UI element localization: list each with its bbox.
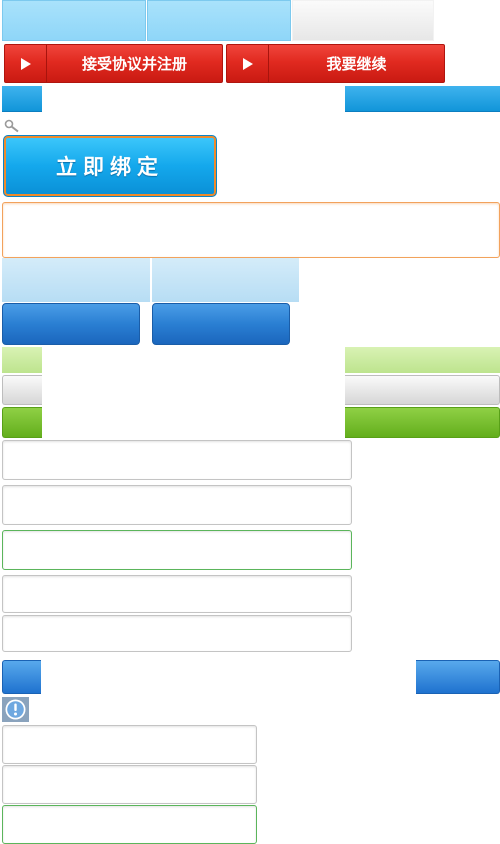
search-icon xyxy=(4,119,19,133)
light-blue-tab-2[interactable] xyxy=(152,258,300,302)
blue-button-1[interactable] xyxy=(2,303,140,345)
bind-now-label: 立即绑定 xyxy=(56,155,164,179)
input-field-2[interactable] xyxy=(2,485,352,525)
continue-button[interactable]: 我要继续 xyxy=(226,44,445,83)
tab-gray[interactable] xyxy=(292,0,434,41)
input-field-1[interactable] xyxy=(2,440,352,480)
bottom-input-field-2[interactable] xyxy=(2,765,257,804)
tab-blue-1[interactable] xyxy=(2,0,146,41)
gray-button-left[interactable] xyxy=(2,375,42,405)
continue-label: 我要继续 xyxy=(326,55,387,73)
blue-button-2[interactable] xyxy=(152,303,290,345)
blue-bar-button-left[interactable] xyxy=(2,660,41,694)
gray-button-right[interactable] xyxy=(345,375,500,405)
bottom-input-field-1[interactable] xyxy=(2,725,257,764)
orange-input-box[interactable] xyxy=(2,202,500,258)
green-button-right[interactable] xyxy=(345,407,500,438)
input-field-5[interactable] xyxy=(2,615,352,652)
blue-bar-right xyxy=(345,86,500,112)
input-field-4[interactable] xyxy=(2,575,352,613)
info-icon-glyph xyxy=(5,699,26,720)
blue-bar-button-right[interactable] xyxy=(416,660,500,694)
bind-now-button[interactable]: 立即绑定 xyxy=(3,135,217,197)
light-blue-tab-1[interactable] xyxy=(2,258,151,302)
accept-and-register-button[interactable]: 接受协议并注册 xyxy=(4,44,223,83)
blue-bar-left xyxy=(2,86,42,112)
bottom-input-field-3-focused[interactable] xyxy=(2,805,257,844)
input-field-3-focused[interactable] xyxy=(2,530,352,570)
play-arrow-icon xyxy=(227,45,269,82)
play-arrow-icon xyxy=(5,45,47,82)
info-icon xyxy=(2,697,29,722)
light-green-bar-right xyxy=(345,347,500,373)
accept-and-register-label: 接受协议并注册 xyxy=(81,55,187,73)
tab-blue-2[interactable] xyxy=(147,0,291,41)
green-button-left[interactable] xyxy=(2,407,42,438)
light-green-bar-left xyxy=(2,347,42,373)
